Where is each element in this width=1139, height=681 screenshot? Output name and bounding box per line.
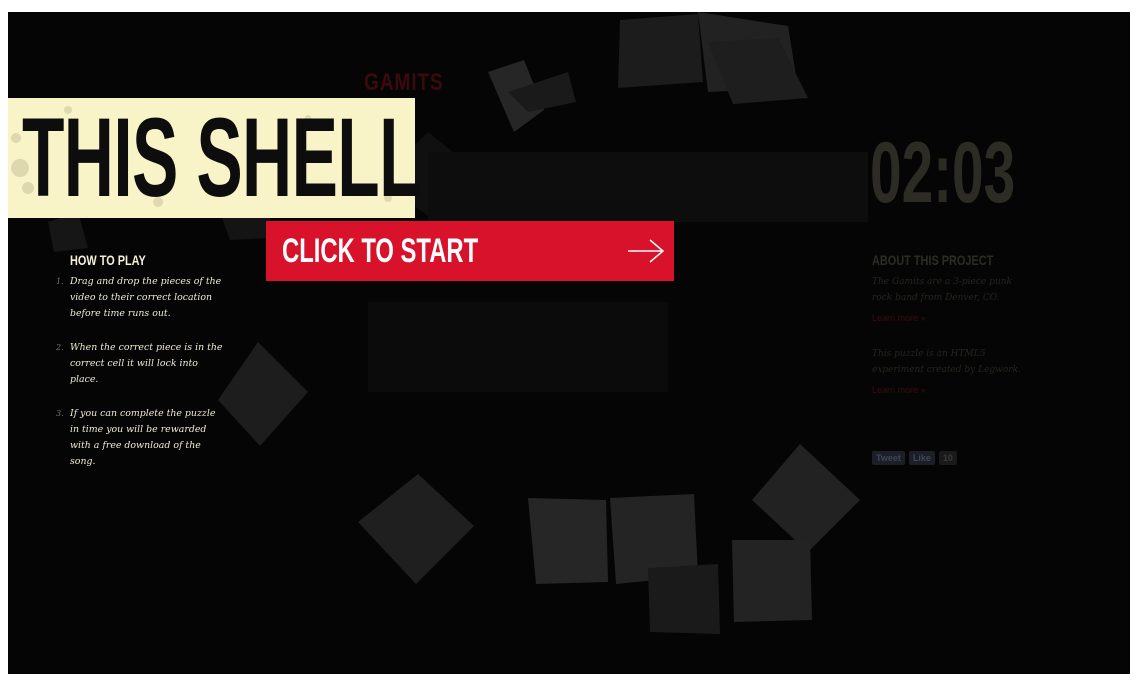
- puzzle-piece[interactable]: [218, 342, 308, 446]
- instruction-step: 3. If you can complete the puzzle in tim…: [56, 408, 216, 467]
- instruction-step: 2. When the correct piece is in the corr…: [56, 342, 223, 385]
- how-to-play-panel: HOW TO PLAY 1. Drag and drop the pieces …: [56, 252, 226, 488]
- about-band-text: The Gamits are a 3-piece punk rock band …: [872, 277, 1012, 303]
- puzzle-piece[interactable]: [528, 498, 608, 584]
- about-project-text: This puzzle is an HTML5 experiment creat…: [872, 349, 1021, 375]
- share-bar: Tweet Like 10: [872, 451, 957, 465]
- instruction-step: 1. Drag and drop the pieces of the video…: [56, 276, 222, 319]
- countdown-timer: 02:03: [870, 125, 1016, 221]
- puzzle-piece[interactable]: [358, 474, 474, 584]
- video-grid-ghost: [428, 152, 868, 222]
- about-panel: ABOUT THIS PROJECT The Gamits are a 3-pi…: [872, 252, 1032, 418]
- start-button-label: CLICK TO START: [282, 232, 479, 270]
- puzzle-piece[interactable]: [618, 14, 703, 88]
- puzzle-piece[interactable]: [648, 564, 720, 634]
- song-title: THIS SHELL: [22, 95, 422, 220]
- game-stage: GAMITS THIS SHELL CLICK TO START 02:03 H…: [8, 12, 1130, 674]
- like-button[interactable]: Like: [908, 451, 935, 465]
- learn-more-band-link[interactable]: Learn more »: [872, 312, 1032, 324]
- video-grid-ghost: [368, 302, 668, 392]
- like-count: 10: [938, 451, 957, 465]
- puzzle-piece[interactable]: [222, 218, 270, 240]
- puzzle-piece[interactable]: [732, 540, 812, 622]
- band-logo: GAMITS: [364, 69, 444, 96]
- arrow-right-icon: [628, 239, 665, 263]
- about-heading: ABOUT THIS PROJECT: [872, 252, 994, 268]
- puzzle-piece[interactable]: [752, 444, 860, 552]
- how-to-play-heading: HOW TO PLAY: [70, 252, 146, 268]
- start-button[interactable]: CLICK TO START: [266, 221, 674, 281]
- puzzle-piece[interactable]: [708, 38, 808, 104]
- learn-more-project-link[interactable]: Learn more »: [872, 384, 1032, 396]
- title-banner: THIS SHELL: [8, 98, 422, 218]
- tweet-button[interactable]: Tweet: [872, 451, 905, 465]
